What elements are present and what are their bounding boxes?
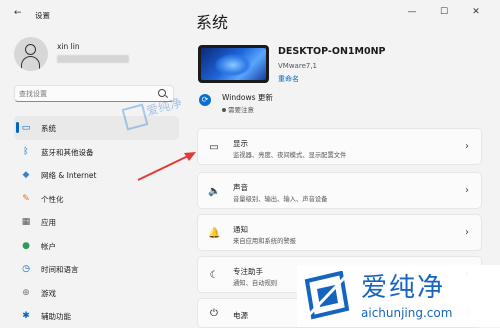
center-watermark: 爱纯净 — [121, 94, 204, 144]
power-icon: ⏻ — [210, 308, 218, 319]
card-subtitle: 来自应用和系统的警报 — [233, 238, 296, 245]
maximize-button[interactable]: ☐ — [434, 4, 454, 20]
status-dot-icon — [222, 108, 226, 112]
card-title: 电源 — [233, 311, 248, 320]
windows-update-title[interactable]: Windows 更新 — [222, 92, 273, 103]
rename-link[interactable]: 重命名 — [278, 74, 299, 84]
settings-window: ← 设置 — ☐ ✕ xin lin ▭ 系统 ᛒ 蓝牙和其他设备 ◆ 网络 & Inte… — [0, 0, 500, 328]
globe-clock-icon: ◷ — [22, 264, 30, 274]
windows-update-status: 需要注意 — [222, 104, 254, 114]
red-arrow-annotation — [137, 152, 196, 181]
card-subtitle: 监视器、亮度、夜间模式、显示配置文件 — [233, 152, 347, 159]
card-title: 通知 — [233, 225, 248, 234]
speaker-icon: 🔈 — [208, 186, 221, 197]
user-name: xin lin — [57, 42, 80, 51]
watermark-logo-icon — [121, 103, 149, 131]
sidebar-nav: ▭ 系统 ᛒ 蓝牙和其他设备 ◆ 网络 & Internet ✎ 个性化 ▦ 应用 ● 帐户 ◷ 时间和语… — [14, 116, 179, 328]
sidebar-item-label: 个性化 — [41, 194, 64, 204]
brand-logo-icon — [304, 271, 350, 320]
apps-icon: ▦ — [21, 217, 31, 227]
sidebar-item-label: 网络 & Internet — [41, 171, 97, 180]
chevron-right-icon: › — [465, 141, 469, 152]
watermark-text: 爱纯净 — [144, 95, 184, 119]
close-button[interactable]: ✕ — [466, 4, 486, 20]
app-title: 设置 — [35, 11, 50, 20]
back-button[interactable]: ← — [14, 8, 22, 18]
avatar-body-shape — [21, 56, 40, 70]
sidebar-item-label: 应用 — [41, 218, 56, 227]
sidebar-item-4[interactable]: ▦ 应用 — [14, 210, 179, 234]
sidebar-item-label: 时间和语言 — [41, 265, 79, 274]
card-subtitle: 音量级别、输出、输入、声音设备 — [233, 196, 328, 203]
brush-icon: ✎ — [22, 193, 30, 204]
card-title: 专注助手 — [233, 267, 263, 276]
account-icon: ● — [22, 240, 30, 251]
page-title: 系统 — [196, 13, 229, 32]
settings-card-0[interactable]: ▭ 显示监视器、亮度、夜间模式、显示配置文件 › — [197, 128, 482, 165]
display-icon: ▭ — [209, 142, 219, 153]
bell-icon: 🔔 — [208, 228, 221, 239]
sidebar-item-3[interactable]: ✎ 个性化 — [14, 187, 179, 211]
moon-icon: ☾ — [209, 270, 219, 281]
title-bar: ← 设置 — ☐ ✕ — [0, 0, 500, 30]
card-title: 显示 — [233, 139, 248, 148]
user-email-blurred — [57, 55, 129, 63]
avatar-head-shape — [25, 44, 36, 55]
accessibility-icon: ✱ — [22, 311, 30, 321]
wifi-icon: ◆ — [22, 170, 30, 180]
brand-url: aichunjing.com — [361, 306, 453, 320]
chevron-right-icon: › — [465, 185, 469, 196]
minimize-button[interactable]: — — [402, 4, 422, 20]
card-title: 声音 — [233, 183, 248, 192]
settings-card-2[interactable]: 🔔 通知来自应用和系统的警报 › — [197, 214, 482, 251]
card-subtitle: 通知、自动规则 — [233, 280, 278, 287]
bluetooth-icon: ᛒ — [23, 146, 29, 157]
sidebar-item-8[interactable]: ✱ 辅助功能 — [14, 304, 179, 328]
brand-name: 爱纯净 — [361, 273, 446, 303]
sidebar-item-label: 游戏 — [41, 288, 56, 298]
sidebar-item-label: 帐户 — [41, 241, 56, 251]
sidebar-item-5[interactable]: ● 帐户 — [14, 234, 179, 258]
sidebar-item-label: 蓝牙和其他设备 — [41, 147, 94, 157]
sidebar-item-label: 辅助功能 — [41, 312, 71, 321]
windows-update-status-text: 需要注意 — [228, 106, 254, 114]
device-name: DESKTOP-ON1M0NP — [278, 46, 386, 57]
wallpaper-image — [201, 48, 266, 80]
monitor-icon: ▭ — [21, 123, 31, 133]
sidebar-item-6[interactable]: ◷ 时间和语言 — [14, 257, 179, 281]
chevron-right-icon: › — [465, 227, 469, 238]
corner-watermark: 爱纯净 aichunjing.com — [297, 265, 500, 327]
sidebar-item-label: 系统 — [41, 124, 56, 133]
device-model: VMware7,1 — [278, 62, 318, 70]
gamepad-icon: ⊕ — [22, 287, 30, 298]
device-thumbnail — [198, 45, 269, 83]
settings-card-1[interactable]: 🔈 声音音量级别、输出、输入、声音设备 › — [197, 172, 482, 209]
sidebar-item-7[interactable]: ⊕ 游戏 — [14, 281, 179, 305]
user-avatar[interactable] — [14, 37, 48, 71]
